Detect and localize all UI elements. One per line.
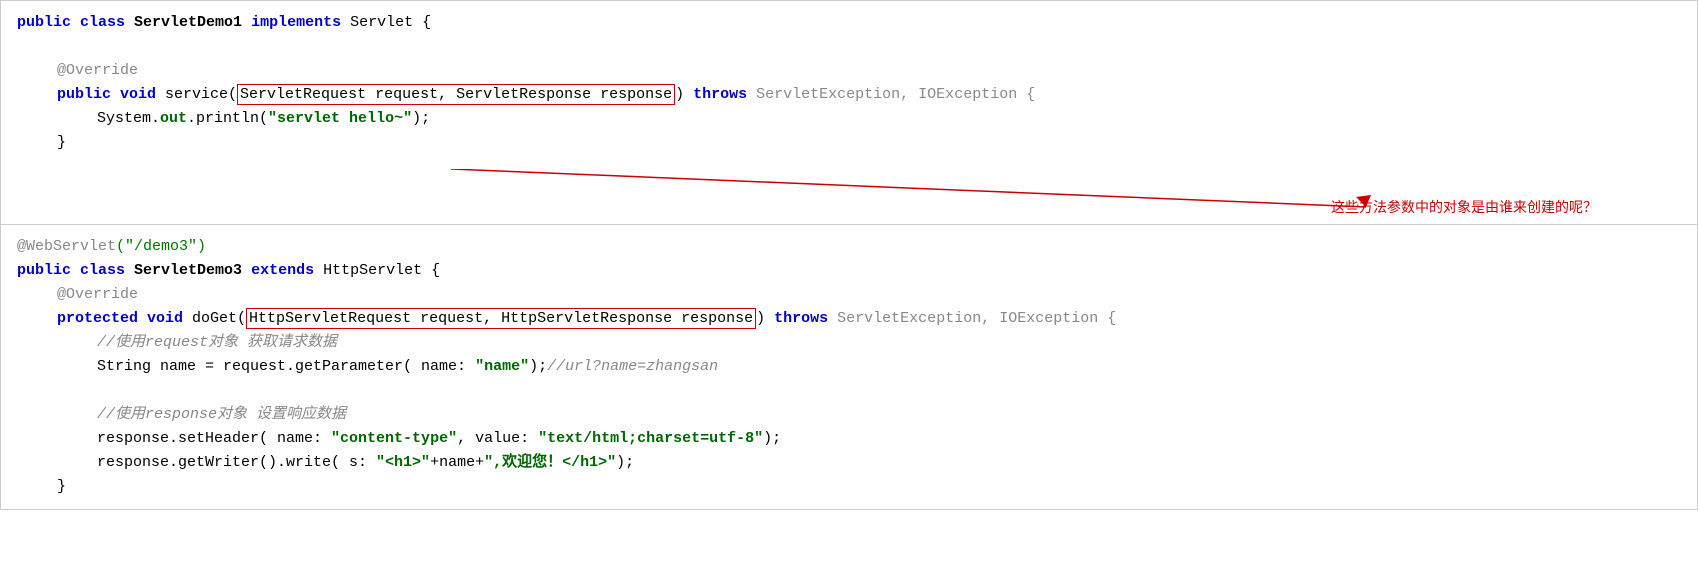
- code-text: Servlet {: [350, 14, 431, 31]
- code-line: @Override: [17, 59, 1681, 83]
- keyword: throws: [774, 310, 837, 327]
- keyword: protected: [57, 310, 147, 327]
- code-line: public void service(ServletRequest reque…: [17, 83, 1681, 107]
- code-text: , value:: [457, 430, 538, 447]
- code-text: );: [529, 358, 547, 375]
- code-line: public class ServletDemo1 implements Ser…: [17, 11, 1681, 35]
- comment: //url?name=zhangsan: [547, 358, 718, 375]
- annotation-text: 这些方法参数中的对象是由谁来创建的呢？: [1331, 197, 1597, 217]
- classname: ServletDemo3: [134, 262, 251, 279]
- string-literal: ("/demo3"): [116, 238, 206, 255]
- code-text: response.getWriter().write( s:: [97, 454, 376, 471]
- string-literal: "content-type": [331, 430, 457, 447]
- code-line: protected void doGet(HttpServletRequest …: [17, 307, 1681, 331]
- code-text: );: [616, 454, 634, 471]
- code-line: public class ServletDemo3 extends HttpSe…: [17, 259, 1681, 283]
- keyword: throws: [693, 86, 756, 103]
- code-text: String name = request.getParameter( name…: [97, 358, 475, 375]
- code-text: response.setHeader( name:: [97, 430, 331, 447]
- keyword: implements: [251, 14, 350, 31]
- keyword: class: [80, 14, 134, 31]
- keyword: public: [17, 14, 80, 31]
- keyword: public: [17, 262, 80, 279]
- keyword: class: [80, 262, 134, 279]
- annotation: @WebServlet: [17, 238, 116, 255]
- string-literal: "servlet hello~": [268, 110, 412, 127]
- code-text: ServletException, IOException {: [837, 310, 1116, 327]
- code-text: +name+: [430, 454, 484, 471]
- code-line: [17, 35, 1681, 59]
- code-text: System.: [97, 110, 160, 127]
- code-text: ServletException, IOException {: [756, 86, 1035, 103]
- code-text: }: [57, 134, 66, 151]
- code-block-2: @WebServlet("/demo3") public class Servl…: [0, 224, 1698, 510]
- code-text: }: [57, 478, 66, 495]
- string-literal: ",欢迎您！</h1>": [484, 454, 616, 471]
- keyword: void: [120, 86, 165, 103]
- code-text: HttpServlet {: [323, 262, 440, 279]
- code-line: @Override: [17, 283, 1681, 307]
- code-line: String name = request.getParameter( name…: [17, 355, 1681, 379]
- code-line: System.out.println("servlet hello~");: [17, 107, 1681, 131]
- code-text: service(ServletRequest request, ServletR…: [165, 84, 693, 105]
- annotation-area: 这些方法参数中的对象是由谁来创建的呢？: [0, 169, 1698, 224]
- code-text: doGet(HttpServletRequest request, HttpSe…: [192, 308, 774, 329]
- classname: ServletDemo1: [134, 14, 251, 31]
- code-text: );: [763, 430, 781, 447]
- code-line: //使用response对象 设置响应数据: [17, 403, 1681, 427]
- code-text: );: [412, 110, 430, 127]
- string-literal: "text/html;charset=utf-8": [538, 430, 763, 447]
- keyword: public: [57, 86, 120, 103]
- code-line: response.setHeader( name: "content-type"…: [17, 427, 1681, 451]
- code-text: out: [160, 110, 187, 127]
- code-block-1: public class ServletDemo1 implements Ser…: [0, 0, 1698, 169]
- comment: //使用request对象 获取请求数据: [97, 334, 337, 351]
- screenshot-container: public class ServletDemo1 implements Ser…: [0, 0, 1698, 510]
- code-line: }: [17, 475, 1681, 499]
- code-line: @WebServlet("/demo3"): [17, 235, 1681, 259]
- keyword: void: [147, 310, 192, 327]
- annotation: @Override: [57, 286, 138, 303]
- string-literal: "name": [475, 358, 529, 375]
- code-line: }: [17, 131, 1681, 155]
- string-literal: "<h1>": [376, 454, 430, 471]
- code-text: .println(: [187, 110, 268, 127]
- keyword: extends: [251, 262, 323, 279]
- annotation: @Override: [57, 62, 138, 79]
- code-line: //使用request对象 获取请求数据: [17, 331, 1681, 355]
- code-line: [17, 379, 1681, 403]
- comment: //使用response对象 设置响应数据: [97, 406, 346, 423]
- code-line: response.getWriter().write( s: "<h1>"+na…: [17, 451, 1681, 475]
